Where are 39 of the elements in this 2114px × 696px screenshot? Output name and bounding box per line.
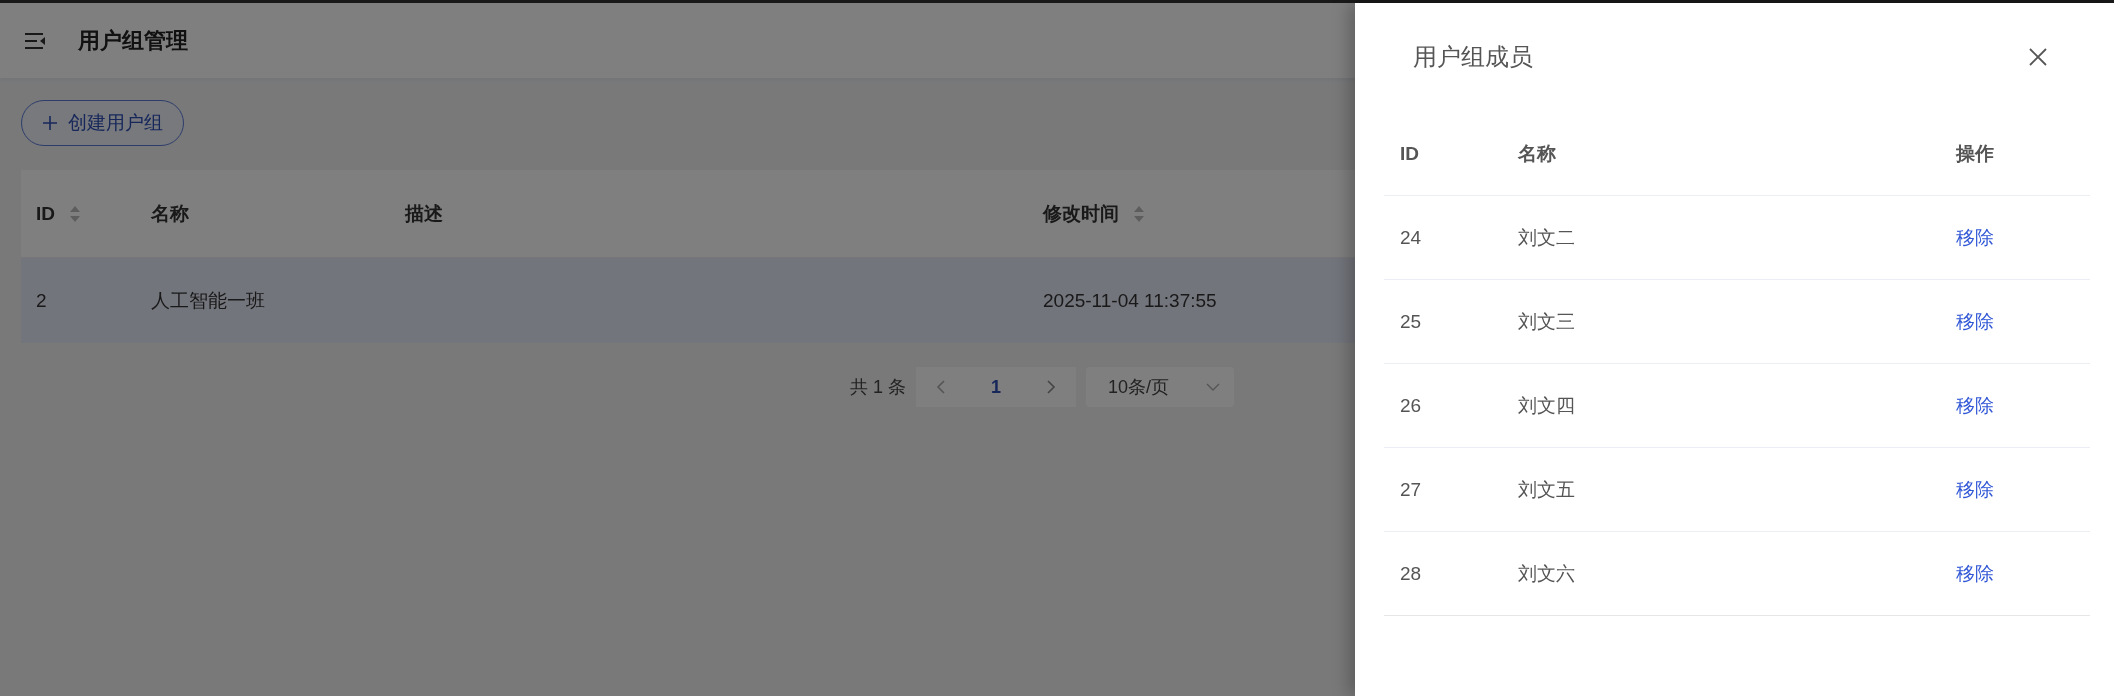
remove-link[interactable]: 移除 (1956, 560, 1994, 587)
column-header: 操作 (1956, 142, 1994, 166)
page-title: 用户组管理 (78, 26, 188, 55)
column-header: ID (36, 202, 55, 225)
close-icon[interactable] (2028, 47, 2048, 67)
remove-link[interactable]: 移除 (1956, 392, 1994, 419)
column-header: 名称 (151, 201, 189, 226)
table-cell: 2 (36, 289, 47, 312)
table-cell-text: 刘文五 (1518, 477, 1575, 502)
table-cell-text: 刘文六 (1518, 561, 1575, 586)
menu-fold-icon[interactable] (24, 31, 46, 50)
table-cell-text: 刘文二 (1518, 225, 1575, 250)
sort-icon[interactable] (69, 204, 81, 223)
column-header: 名称 (1518, 142, 1556, 166)
column-header: 描述 (405, 201, 443, 226)
remove-link[interactable]: 移除 (1956, 476, 1994, 503)
table-cell: 2025-11-04 11:37:55 (1043, 289, 1217, 312)
next-page-icon[interactable] (1046, 379, 1056, 395)
table-cell-text: 人工智能一班 (151, 288, 265, 313)
column-header: ID (1400, 143, 1419, 165)
table-cell: 24 (1400, 226, 1422, 249)
page-number[interactable]: 1 (991, 376, 1001, 398)
column-header: 修改时间 (1043, 201, 1119, 226)
table-cell: 25 (1400, 310, 1422, 333)
caret-icon (1206, 382, 1220, 392)
drawer-title: 用户组成员 (1413, 42, 1533, 72)
create-group-button[interactable]: 创建用户组 (21, 100, 184, 146)
table-cell-text: 刘文三 (1518, 309, 1575, 334)
total-count: 共 1 条 (850, 376, 906, 399)
table-cell: 26 (1400, 394, 1422, 417)
sort-icon[interactable] (1133, 204, 1145, 223)
remove-link[interactable]: 移除 (1956, 224, 1994, 251)
prev-page-icon[interactable] (936, 379, 946, 395)
page-size-select[interactable]: 10条/页 (1086, 367, 1234, 407)
remove-link[interactable]: 移除 (1956, 308, 1994, 335)
table-cell: 28 (1400, 562, 1422, 585)
table-cell-text: 刘文四 (1518, 393, 1575, 418)
plus-icon (42, 115, 58, 131)
table-cell: 27 (1400, 478, 1422, 501)
